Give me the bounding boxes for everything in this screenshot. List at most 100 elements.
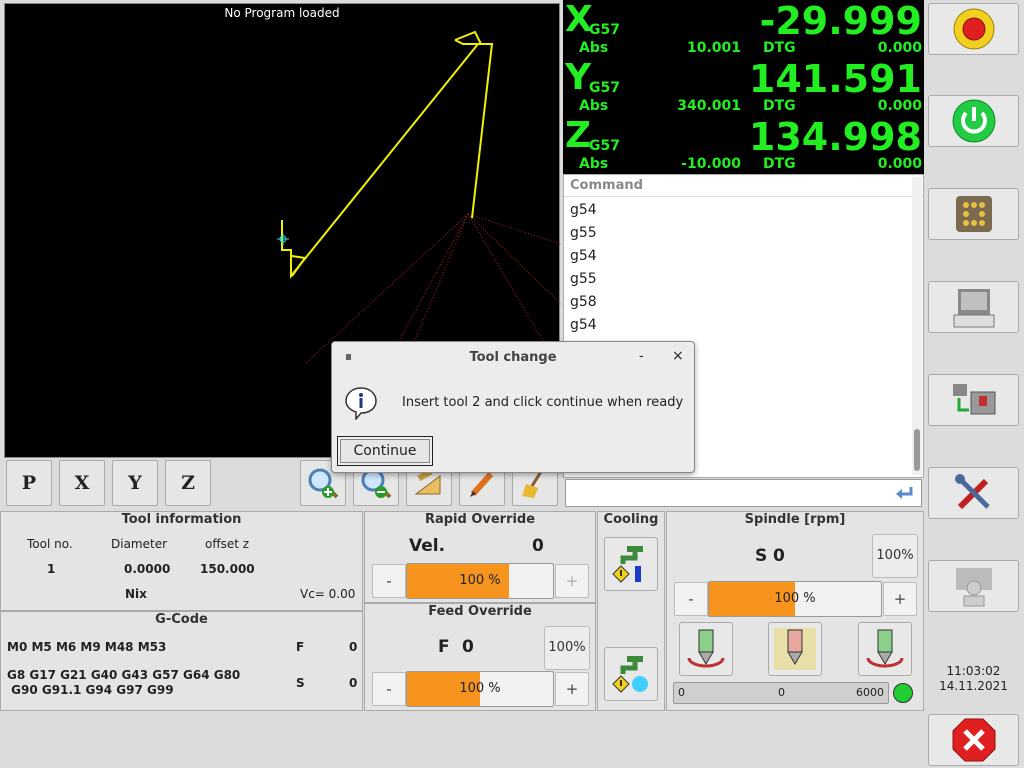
cutting-speed: Vc= 0.00: [300, 587, 356, 601]
command-item[interactable]: g58: [564, 292, 923, 315]
dialog-minimize-button[interactable]: -: [639, 349, 644, 364]
clock-time: 11:03:02: [946, 664, 1001, 678]
spindle-title: Spindle [rpm]: [744, 512, 846, 527]
tool-info-panel: Tool information Tool no. Diameter offse…: [0, 511, 363, 611]
feed-override-title: Feed Override: [428, 604, 532, 619]
flood-coolant-icon: [612, 546, 643, 583]
spindle-plus-button[interactable]: +: [883, 582, 917, 616]
settings-button[interactable]: [928, 467, 1019, 519]
cnc-machine-icon: [952, 384, 995, 415]
command-scrollbar[interactable]: [912, 177, 922, 475]
feed-override-pct: 100 %: [459, 681, 501, 696]
tool-no-header: Tool no.: [27, 537, 73, 551]
spindle-stop-icon: [774, 628, 816, 670]
spindle-reset-button[interactable]: 100%: [872, 534, 918, 578]
flood-coolant-button[interactable]: [604, 537, 658, 591]
diameter-header: Diameter: [111, 537, 168, 551]
tool-no-value: 1: [47, 562, 56, 576]
dro-x-sys: G57: [589, 22, 620, 38]
command-item[interactable]: g54: [564, 315, 923, 338]
tool-info-title: Tool information: [121, 512, 242, 527]
view-p-label: P: [21, 472, 37, 494]
dro-y-sys: G57: [589, 80, 620, 96]
mist-coolant-button[interactable]: [604, 647, 658, 701]
offset-z-header: offset z: [205, 537, 250, 551]
view-x-button[interactable]: X: [59, 460, 105, 506]
view-z-button[interactable]: Z: [165, 460, 211, 506]
active-gcodes-2: G90 G91.1 G94 G97 G99: [7, 683, 174, 697]
feed-label: F: [296, 640, 305, 654]
command-item[interactable]: g55: [564, 269, 923, 292]
feed-override-panel: Feed Override F 0 100% - 100 % +: [364, 603, 596, 711]
mist-coolant-icon: [612, 656, 648, 693]
dro-z-abs: -10.000: [681, 156, 741, 172]
dro-z-abs-label: Abs: [579, 156, 609, 172]
dro-y-dtg-label: DTG: [763, 98, 796, 114]
spindle-cw-button[interactable]: [858, 622, 912, 676]
tool-change-dialog: Tool change - × Insert tool 2 and click …: [331, 341, 695, 473]
spindle-s-label: S: [755, 546, 768, 566]
rapid-override-slider[interactable]: 100 %: [406, 563, 554, 599]
speed-label: S: [296, 676, 305, 690]
spindle-rpm-gauge: 0 0 6000: [673, 682, 889, 704]
feed-override-slider[interactable]: 100 %: [406, 671, 554, 707]
rapid-override-panel: Rapid Override Vel. 0 - 100 % +: [364, 511, 596, 603]
scrollbar-thumb[interactable]: [914, 429, 920, 471]
user-button[interactable]: [928, 560, 1019, 612]
rapid-minus-button[interactable]: -: [372, 564, 406, 598]
command-item[interactable]: g54: [564, 246, 923, 269]
rapid-override-pct: 100 %: [459, 573, 501, 588]
close-button[interactable]: [928, 714, 1019, 766]
dro-y-abs-label: Abs: [579, 98, 609, 114]
spindle-override-slider[interactable]: 100 %: [708, 581, 882, 617]
machine-power-button[interactable]: [928, 95, 1019, 147]
dro-z-dtg: 0.000: [877, 156, 922, 172]
dro-z-letter: Z: [565, 115, 592, 156]
gauge-min: 0: [678, 686, 685, 699]
dro-x-dtg: 0.000: [877, 40, 922, 56]
feed-minus-button[interactable]: -: [372, 672, 406, 706]
power-icon: [952, 99, 995, 143]
dro-x-value: -29.999: [759, 0, 922, 43]
user-icon: [955, 568, 992, 607]
view-p-button[interactable]: P: [6, 460, 52, 506]
active-gcodes-1: G8 G17 G21 G40 G43 G57 G64 G80: [7, 668, 241, 682]
mdi-input[interactable]: [565, 479, 922, 507]
tool-marker: [277, 233, 289, 245]
continue-label: Continue: [340, 439, 430, 463]
enter-icon[interactable]: [895, 485, 915, 501]
tool-name: Nix: [125, 587, 147, 601]
mdi-mode-button[interactable]: [928, 281, 1019, 333]
dro-z-value: 134.998: [748, 115, 922, 159]
dro-y-abs: 340.001: [677, 98, 741, 114]
dro-z-sys: G57: [589, 138, 620, 154]
rapid-override-title: Rapid Override: [424, 512, 536, 527]
manual-mode-button[interactable]: [928, 188, 1019, 240]
dialog-close-button[interactable]: ×: [672, 348, 684, 364]
spindle-override-pct: 100 %: [774, 591, 816, 606]
continue-button[interactable]: Continue: [337, 436, 433, 466]
command-header: Command: [564, 175, 923, 197]
feed-plus-button[interactable]: +: [555, 672, 589, 706]
close-icon: [952, 718, 995, 762]
command-item[interactable]: g54: [564, 200, 923, 223]
feed-reset-button[interactable]: 100%: [544, 626, 590, 670]
spindle-stop-button[interactable]: [768, 622, 822, 676]
command-item[interactable]: g55: [564, 223, 923, 246]
view-z-label: Z: [181, 472, 195, 494]
cooling-title: Cooling: [603, 512, 659, 527]
gauge-max: 6000: [856, 686, 884, 699]
auto-mode-button[interactable]: [928, 374, 1019, 426]
dro-y-value: 141.591: [748, 57, 922, 101]
estop-icon: [953, 8, 994, 50]
rapid-plus-button[interactable]: +: [555, 564, 589, 598]
spindle-ccw-button[interactable]: [679, 622, 733, 676]
view-y-label: Y: [128, 472, 142, 494]
spindle-minus-button[interactable]: -: [674, 582, 708, 616]
dro-x-abs: 10.001: [686, 40, 741, 56]
gcode-title: G-Code: [155, 612, 208, 627]
dro-y-letter: Y: [565, 57, 592, 98]
view-y-button[interactable]: Y: [112, 460, 158, 506]
dro-x-abs-label: Abs: [579, 40, 609, 56]
emergency-stop-button[interactable]: [928, 3, 1019, 55]
